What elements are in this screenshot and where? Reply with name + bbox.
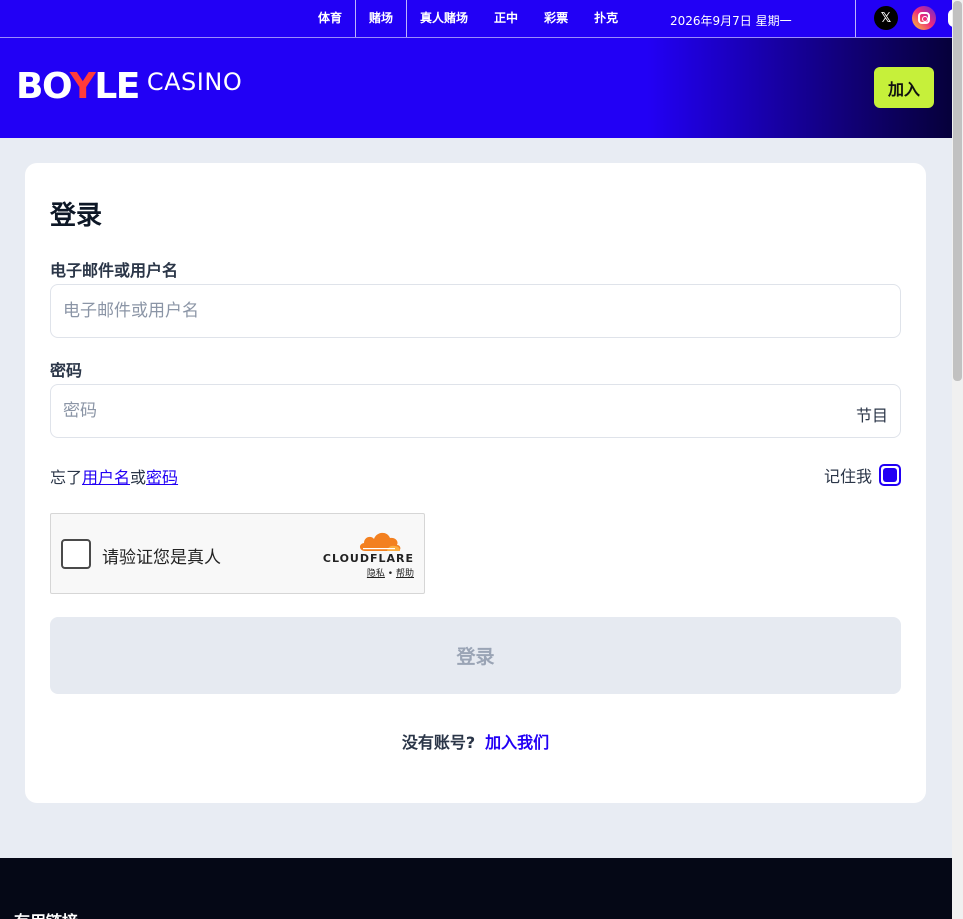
date-text: 2026年9月7日 星期一	[670, 14, 792, 28]
logo-wordmark: BOYLE	[16, 66, 140, 107]
join-button[interactable]: 加入	[874, 67, 934, 108]
site-footer: 有用链接	[0, 858, 952, 919]
site-header: BOYLE CASINO 加入	[0, 38, 952, 138]
footer-heading: 有用链接	[14, 908, 78, 919]
nav-zhengzhong[interactable]: 正中	[481, 0, 531, 37]
cloudflare-cloud-icon	[359, 532, 401, 551]
nav-live-casino[interactable]: 真人赌场	[407, 0, 481, 37]
forgot-credentials: 忘了用户名或密码	[50, 464, 178, 488]
top-bar: 体育 赌场 真人赌场 正中 彩票 扑克 2026年9月7日 星期一 15:21:…	[0, 0, 956, 50]
scrollbar-thumb[interactable]	[953, 1, 962, 381]
cloudflare-captcha: 请验证您是真人 CLOUDFLARE 隐私 • 帮助	[50, 513, 425, 594]
cloudflare-links: 隐私 • 帮助	[367, 566, 414, 579]
captcha-text: 请验证您是真人	[102, 548, 221, 568]
signup-question: 没有账号?	[401, 733, 476, 752]
remember-me: 记住我	[824, 463, 901, 487]
forgot-username-link[interactable]: 用户名	[82, 468, 130, 487]
cf-privacy-link[interactable]: 隐私	[367, 569, 385, 579]
instagram-icon[interactable]	[912, 6, 936, 30]
show-password-toggle[interactable]: 节目	[856, 402, 888, 426]
nav-poker[interactable]: 扑克	[581, 0, 631, 37]
email-username-input[interactable]	[50, 284, 901, 338]
page-scrollbar[interactable]	[952, 0, 963, 919]
remember-me-checkbox[interactable]	[879, 464, 901, 486]
cloudflare-wordmark: CLOUDFLARE	[322, 552, 414, 565]
forgot-password-link[interactable]: 密码	[146, 468, 178, 487]
logo-casino-text: CASINO	[146, 68, 243, 96]
x-twitter-icon[interactable]: 𝕏	[874, 6, 898, 30]
nav-sports[interactable]: 体育	[305, 0, 355, 37]
email-label: 电子邮件或用户名	[50, 261, 179, 280]
password-label: 密码	[50, 361, 83, 380]
captcha-checkbox[interactable]	[61, 539, 91, 569]
nav-lottery[interactable]: 彩票	[531, 0, 581, 37]
cf-help-link[interactable]: 帮助	[396, 569, 414, 579]
remember-me-label: 记住我	[823, 467, 872, 486]
login-card: 登录 电子邮件或用户名 密码 节目 忘了用户名或密码 记住我 请验证您是真人 C…	[25, 163, 926, 803]
cf-separator: •	[387, 569, 394, 579]
social-divider	[855, 0, 856, 37]
nav-casino[interactable]: 赌场	[355, 0, 408, 37]
forgot-or: 或	[130, 468, 147, 487]
page-title: 登录	[50, 201, 103, 231]
signup-row: 没有账号? 加入我们	[25, 729, 926, 753]
password-input[interactable]	[50, 384, 901, 438]
forgot-prefix: 忘了	[50, 468, 83, 487]
boyle-casino-logo[interactable]: BOYLE CASINO	[16, 68, 242, 106]
top-nav: 体育 赌场 真人赌场 正中 彩票 扑克	[305, 0, 631, 37]
signup-link[interactable]: 加入我们	[485, 733, 549, 752]
login-submit-button[interactable]: 登录	[50, 617, 901, 694]
